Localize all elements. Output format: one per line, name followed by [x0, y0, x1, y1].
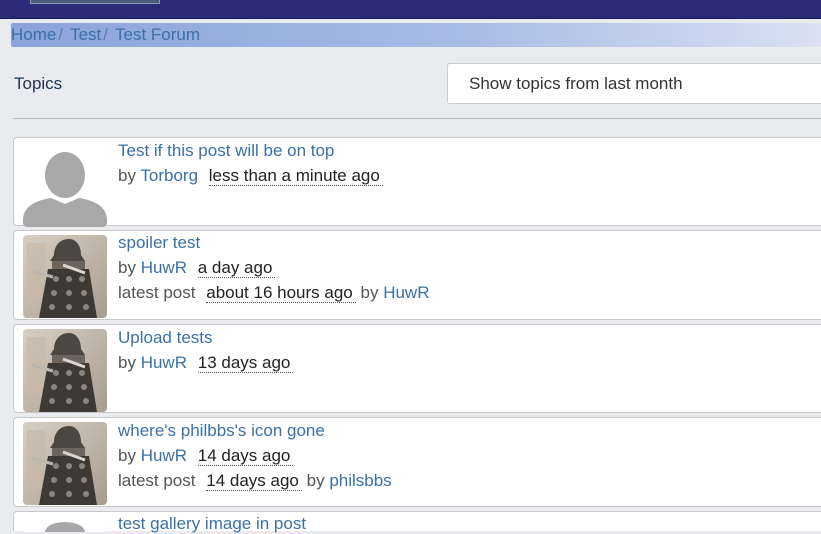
- topic-title-link[interactable]: Test if this post will be on top: [118, 141, 334, 161]
- topic-time: 14 days ago: [197, 446, 294, 466]
- by-label: by: [118, 166, 136, 185]
- by-label: by: [118, 446, 136, 465]
- topic-time: a day ago: [197, 258, 276, 278]
- site-logo[interactable]: [30, 0, 160, 4]
- latest-post-label: latest post: [118, 471, 196, 490]
- topic-meta: by Torborg less than a minute ago: [118, 166, 383, 186]
- topic-title-link[interactable]: where's philbbs's icon gone: [118, 421, 325, 441]
- dalek-avatar-icon: [23, 329, 107, 412]
- topic-item[interactable]: spoiler test by HuwR a day ago latest po…: [13, 230, 821, 320]
- latest-post-time[interactable]: 14 days ago: [206, 471, 302, 491]
- topic-meta: by HuwR 13 days ago: [118, 353, 294, 373]
- dalek-avatar-icon: [23, 422, 107, 505]
- author-link[interactable]: HuwR: [141, 353, 187, 372]
- breadcrumb: Home / Test / Test Forum: [11, 23, 821, 47]
- topic-time: less than a minute ago: [208, 166, 383, 186]
- latest-post-time[interactable]: about 16 hours ago: [206, 283, 356, 303]
- topics-heading: Topics: [14, 74, 63, 93]
- topic-item[interactable]: where's philbbs's icon gone by HuwR 14 d…: [13, 417, 821, 507]
- by-label: by: [360, 283, 379, 302]
- topic-meta: by HuwR 14 days ago: [118, 446, 294, 466]
- topic-item[interactable]: test gallery image in post: [13, 511, 821, 534]
- breadcrumb-test[interactable]: Test: [70, 25, 101, 44]
- latest-post-label: latest post: [118, 283, 196, 302]
- topic-item[interactable]: Test if this post will be on top by Torb…: [13, 137, 821, 227]
- divider: [13, 118, 821, 119]
- author-link[interactable]: HuwR: [141, 258, 187, 277]
- topic-item[interactable]: Upload tests by HuwR 13 days ago: [13, 324, 821, 413]
- default-user-silhouette-icon: [23, 518, 107, 532]
- by-label: by: [118, 258, 136, 277]
- topic-time: 13 days ago: [197, 353, 294, 373]
- topic-title-link[interactable]: Upload tests: [118, 328, 213, 348]
- default-user-silhouette-icon: [23, 144, 107, 227]
- breadcrumb-home[interactable]: Home: [11, 25, 56, 44]
- dalek-avatar-icon: [23, 235, 107, 318]
- top-navbar: [0, 0, 821, 19]
- latest-author-link[interactable]: philsbbs: [329, 471, 391, 490]
- latest-post-meta: latest post 14 days ago by philsbbs: [118, 471, 392, 491]
- topic-period-select[interactable]: Show topics from last month: [447, 63, 821, 104]
- author-link[interactable]: Torborg: [140, 166, 198, 185]
- topic-meta: by HuwR a day ago: [118, 258, 276, 278]
- breadcrumb-separator: /: [103, 25, 109, 44]
- topic-title-link[interactable]: spoiler test: [118, 233, 200, 253]
- latest-post-meta: latest post about 16 hours ago by HuwR: [118, 283, 429, 303]
- breadcrumb-test-forum[interactable]: Test Forum: [115, 25, 200, 44]
- latest-author-link[interactable]: HuwR: [383, 283, 429, 302]
- by-label: by: [118, 353, 136, 372]
- author-link[interactable]: HuwR: [141, 446, 187, 465]
- by-label: by: [306, 471, 325, 490]
- topic-title-link[interactable]: test gallery image in post: [118, 514, 306, 534]
- breadcrumb-separator: /: [58, 25, 64, 44]
